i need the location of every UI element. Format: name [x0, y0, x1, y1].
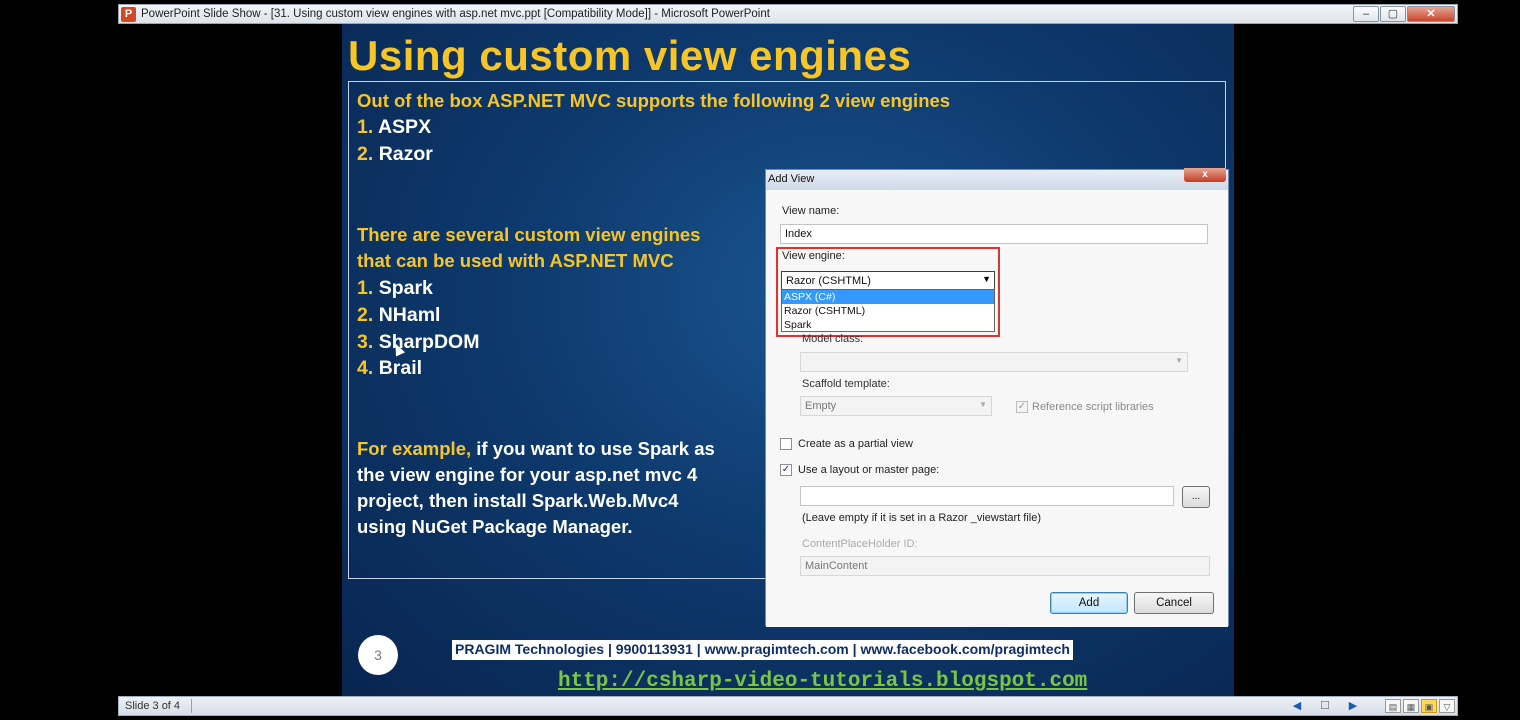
- slide-title: Using custom view engines: [348, 32, 912, 79]
- builtin-item: 1. ASPX: [357, 116, 432, 138]
- add-view-dialog: Add View x View name: Index View engine:…: [765, 168, 1229, 627]
- status-bar: Slide 3 of 4 ◀ ☐ ▶ ▤ ▦ ▣ ▽: [118, 696, 1458, 716]
- dialog-caption: Add View x: [766, 168, 1228, 190]
- status-separator: [191, 699, 192, 713]
- partial-view-checkbox[interactable]: [780, 438, 792, 450]
- slide-sorter-icon[interactable]: ▦: [1403, 699, 1419, 713]
- reference-scripts-label: Reference script libraries: [1032, 401, 1154, 413]
- chevron-down-icon: ▼: [979, 400, 987, 409]
- slide: Using custom view engines Out of the box…: [342, 24, 1234, 696]
- maximize-button[interactable]: ▢: [1380, 6, 1406, 22]
- browse-button[interactable]: ...: [1182, 486, 1210, 508]
- layout-hint: (Leave empty if it is set in a Razor _vi…: [802, 512, 1042, 524]
- previous-slide-icon[interactable]: ◀: [1289, 699, 1305, 713]
- dialog-close-button[interactable]: x: [1184, 168, 1226, 182]
- cancel-button[interactable]: Cancel: [1134, 592, 1214, 614]
- reference-scripts-checkbox[interactable]: ✓: [1016, 401, 1028, 413]
- normal-view-icon[interactable]: ▤: [1385, 699, 1401, 713]
- model-class-label: Model class:: [802, 333, 864, 345]
- partial-view-label: Create as a partial view: [798, 438, 913, 450]
- footer-bar: PRAGIM Technologies | 9900113931 | www.p…: [452, 640, 1073, 660]
- footer-link[interactable]: http://csharp-video-tutorials.blogspot.c…: [558, 670, 1087, 693]
- intro-text: Out of the box ASP.NET MVC supports the …: [357, 90, 951, 111]
- slide-number-badge: 3: [358, 635, 398, 675]
- view-engine-highlight: [776, 247, 1000, 337]
- example-line: using NuGet Package Manager.: [357, 516, 633, 537]
- reading-view-icon[interactable]: ▣: [1421, 699, 1437, 713]
- slide-show-icon[interactable]: ▽: [1439, 699, 1455, 713]
- powerpoint-icon: P: [121, 7, 136, 22]
- placeholder-label: ContentPlaceHolder ID:: [802, 538, 918, 550]
- custom-intro-line: that can be used with ASP.NET MVC: [357, 250, 674, 271]
- window-title-bar: P PowerPoint Slide Show - [31. Using cus…: [118, 4, 1458, 24]
- next-slide-icon[interactable]: ▶: [1345, 699, 1361, 713]
- slide-count: Slide 3 of 4: [125, 700, 181, 712]
- example-line: the view engine for your asp.net mvc 4: [357, 464, 698, 485]
- example-line: For example, if you want to use Spark as: [357, 438, 715, 459]
- scaffold-select[interactable]: Empty ▼: [800, 396, 992, 416]
- dialog-title: Add View: [768, 173, 815, 185]
- use-layout-checkbox[interactable]: ✓: [780, 464, 792, 476]
- add-button[interactable]: Add: [1050, 592, 1128, 614]
- menu-icon[interactable]: ☐: [1317, 699, 1333, 713]
- builtin-item: 2. Razor: [357, 143, 433, 165]
- content-box: Out of the box ASP.NET MVC supports the …: [348, 81, 1229, 627]
- placeholder-input[interactable]: MainContent: [800, 556, 1210, 576]
- custom-item: 3. SharpDOM: [357, 331, 480, 353]
- model-class-select[interactable]: ▼: [800, 352, 1188, 372]
- example-line: project, then install Spark.Web.Mvc4: [357, 490, 679, 511]
- custom-item: 1. Spark: [357, 277, 433, 299]
- window-title: PowerPoint Slide Show - [31. Using custo…: [141, 8, 770, 20]
- use-layout-label: Use a layout or master page:: [798, 464, 940, 476]
- layout-path-input[interactable]: [800, 486, 1174, 506]
- custom-item: 2. NHaml: [357, 304, 441, 326]
- close-button[interactable]: ✕: [1407, 6, 1455, 22]
- chevron-down-icon: ▼: [1175, 356, 1183, 365]
- minimize-button[interactable]: –: [1353, 6, 1379, 22]
- view-name-input[interactable]: Index: [780, 224, 1208, 244]
- scaffold-label: Scaffold template:: [802, 378, 890, 390]
- view-name-label: View name:: [782, 205, 840, 217]
- custom-item: 4. Brail: [357, 357, 423, 379]
- custom-intro-line: There are several custom view engines: [357, 224, 701, 245]
- dialog-body: View name: Index View engine: Razor (CSH…: [766, 190, 1228, 627]
